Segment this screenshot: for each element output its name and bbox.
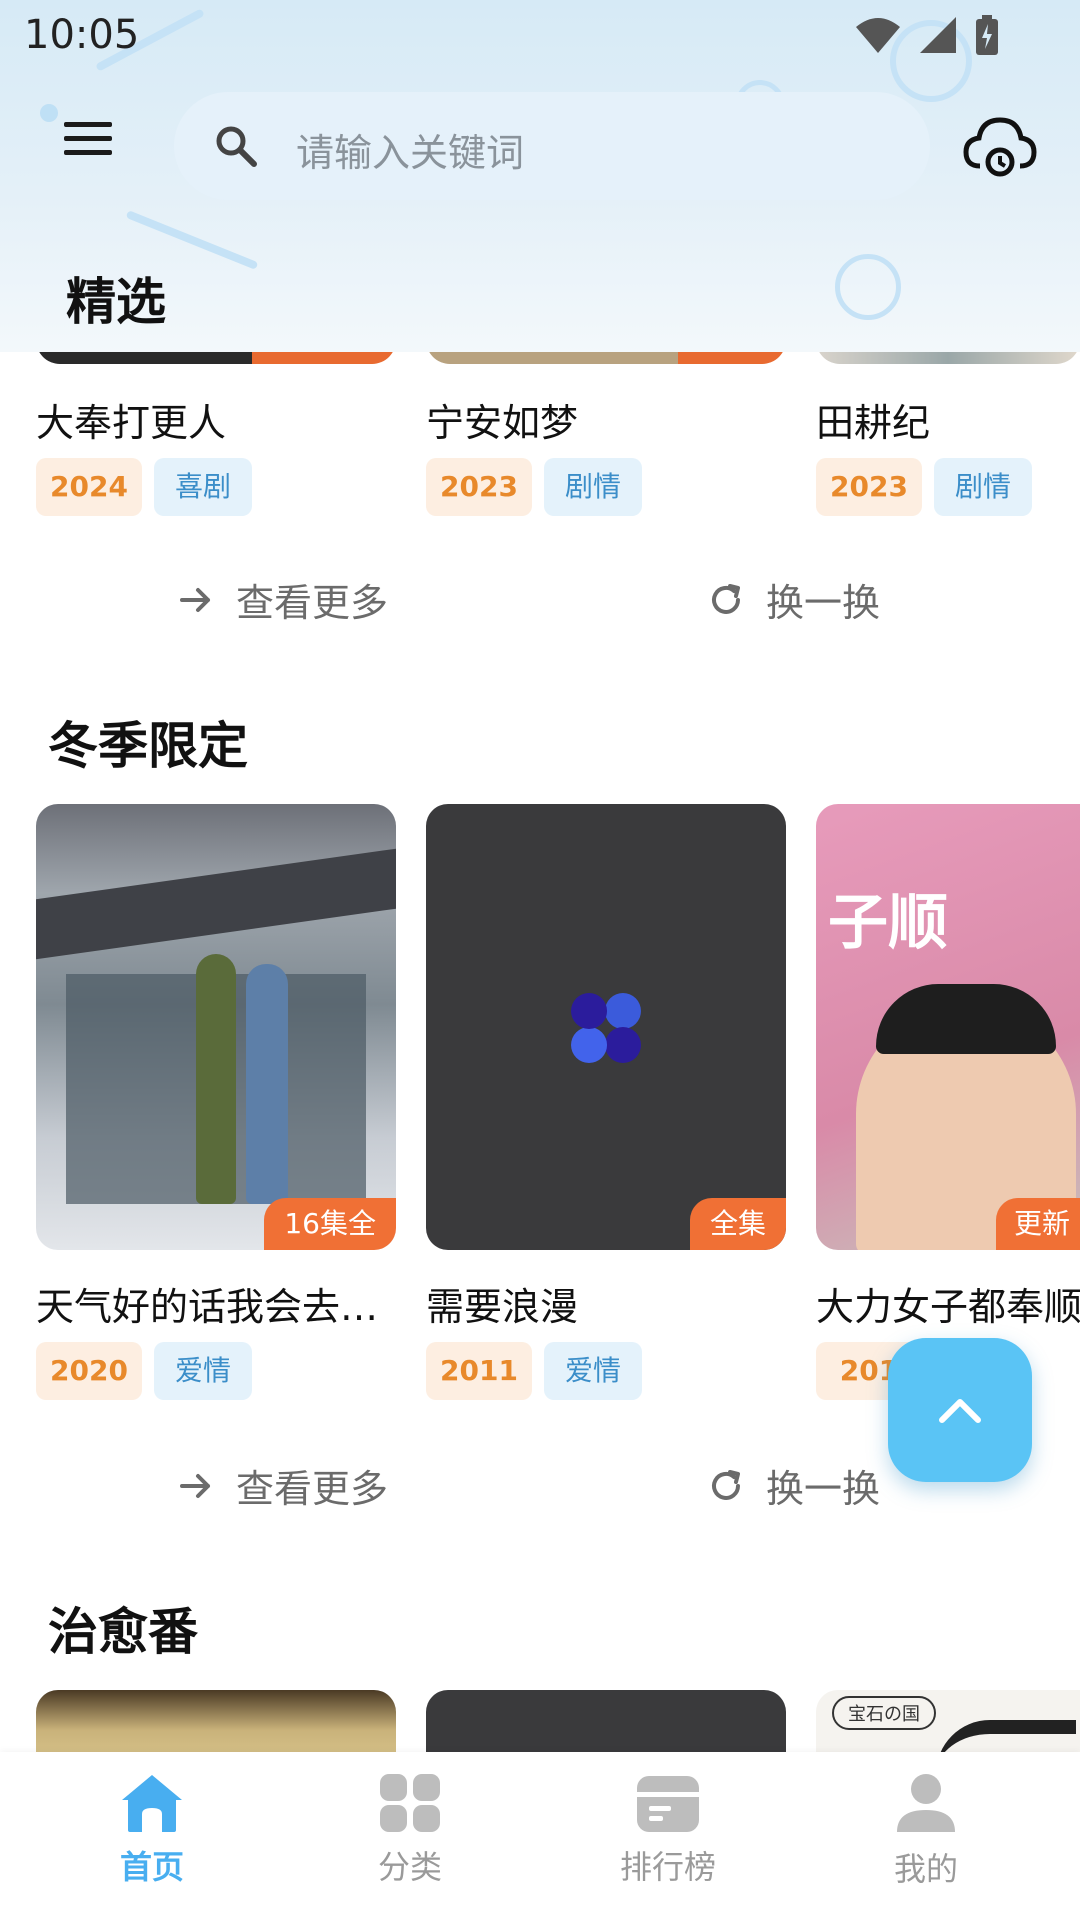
episode-badge: 更新: [995, 1198, 1080, 1250]
year-tag: 2020: [36, 1342, 142, 1400]
cloud-sync-icon: [963, 117, 1037, 177]
genre-tag: 剧情: [934, 458, 1032, 516]
year-tag: 2023: [426, 458, 532, 516]
winter-title-1[interactable]: 天气好的话我会去…: [36, 1276, 378, 1331]
signal-icon: [920, 17, 956, 53]
section-title-healing: 治愈番: [48, 1603, 198, 1661]
grid-icon: [380, 1774, 440, 1832]
refresh-icon: [712, 583, 740, 614]
genre-tag: 喜剧: [154, 458, 252, 516]
poster-title-text: 宝石の国: [832, 1696, 936, 1730]
featured-more-button[interactable]: 查看更多: [176, 572, 388, 627]
nav-label: 排行榜: [619, 1848, 716, 1886]
winter-title-2[interactable]: 需要浪漫: [426, 1276, 578, 1331]
status-time: 10:05: [24, 12, 140, 58]
user-icon: [897, 1774, 955, 1832]
winter-refresh-button[interactable]: 换一换: [706, 1458, 880, 1513]
genre-tag: 爱情: [154, 1342, 252, 1400]
year-tag: 2024: [36, 458, 142, 516]
more-label: 查看更多: [236, 1467, 389, 1511]
year-tag: 2011: [426, 1342, 532, 1400]
nav-label: 分类: [377, 1848, 442, 1886]
menu-button[interactable]: [60, 120, 120, 180]
nav-label: 我的: [893, 1850, 958, 1888]
arrow-right-icon: [180, 587, 210, 612]
more-label: 查看更多: [236, 581, 389, 625]
featured-title-1[interactable]: 大奉打更人: [36, 392, 226, 447]
header-decoration: [125, 210, 259, 270]
nav-profile[interactable]: 我的: [826, 1772, 1026, 1890]
nav-label: 首页: [119, 1848, 184, 1886]
ranking-icon: [637, 1776, 699, 1832]
winter-title-3[interactable]: 大力女子都奉顺: [816, 1276, 1080, 1331]
header: 10:05 请输入关键词 精选: [0, 0, 1080, 352]
battery-icon: [976, 15, 998, 55]
scroll-top-button[interactable]: [888, 1338, 1032, 1482]
poster-person: [196, 954, 236, 1204]
poster-person: [246, 964, 288, 1204]
hamburger-icon: [64, 122, 112, 155]
header-decoration: [40, 104, 58, 122]
page-title: 精选: [66, 273, 166, 331]
section-title-winter: 冬季限定: [48, 717, 248, 775]
arrow-right-icon: [180, 1473, 210, 1498]
bottom-nav: 首页 分类 排行榜 我的: [0, 1752, 1080, 1920]
genre-tag: 剧情: [544, 458, 642, 516]
refresh-icon: [712, 1469, 740, 1500]
status-icons: [854, 14, 1000, 56]
nav-home[interactable]: 首页: [52, 1772, 252, 1888]
home-icon: [122, 1775, 182, 1832]
cloud-sync-button[interactable]: [962, 112, 1038, 180]
winter-card-1[interactable]: 16集全: [36, 804, 396, 1250]
nav-ranking[interactable]: 排行榜: [568, 1772, 768, 1888]
refresh-label: 换一换: [766, 1467, 881, 1511]
search-icon: [216, 126, 257, 167]
nav-category[interactable]: 分类: [310, 1772, 510, 1888]
poster-title-text: 子顺: [828, 888, 948, 958]
poster-hair: [876, 984, 1056, 1054]
winter-card-3[interactable]: 子顺 更新: [816, 804, 1080, 1250]
year-tag: 2023: [816, 458, 922, 516]
episode-badge: 16集全: [264, 1198, 396, 1250]
featured-refresh-button[interactable]: 换一换: [706, 572, 880, 627]
poster-roof: [36, 848, 396, 960]
episode-badge: 全集: [689, 1198, 786, 1250]
refresh-label: 换一换: [766, 581, 881, 625]
winter-card-2[interactable]: 全集: [426, 804, 786, 1250]
header-decoration: [835, 254, 901, 320]
genre-tag: 爱情: [544, 1342, 642, 1400]
wifi-icon: [856, 18, 900, 53]
search-placeholder: 请输入关键词: [296, 131, 525, 175]
loading-icon: [571, 993, 641, 1063]
featured-title-2[interactable]: 宁安如梦: [426, 392, 578, 447]
search-input[interactable]: 请输入关键词: [174, 92, 930, 200]
featured-title-3[interactable]: 田耕纪: [816, 392, 930, 447]
chevron-up-icon: [939, 1399, 981, 1423]
winter-more-button[interactable]: 查看更多: [176, 1458, 388, 1513]
